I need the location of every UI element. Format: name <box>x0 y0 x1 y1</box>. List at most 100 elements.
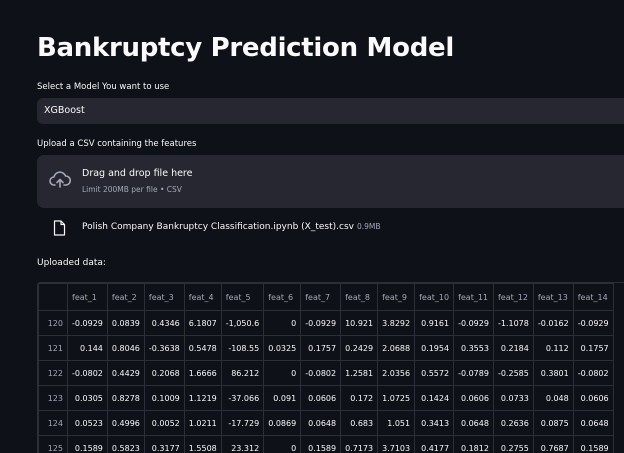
table-cell[interactable]: 3.7103 <box>378 436 415 453</box>
table-cell[interactable]: 1.0211 <box>184 411 221 436</box>
column-header[interactable]: feat_11 <box>454 284 494 311</box>
table-cell[interactable]: 0.4177 <box>415 436 454 453</box>
table-cell[interactable]: 0.2184 <box>493 336 533 361</box>
table-cell[interactable]: 23.312 <box>221 436 263 453</box>
column-header[interactable]: feat_12 <box>493 284 533 311</box>
table-cell[interactable]: -17.729 <box>221 411 263 436</box>
table-cell[interactable]: 0.5823 <box>107 436 144 453</box>
table-cell[interactable]: 0.0325 <box>264 336 301 361</box>
table-cell[interactable]: 0.0839 <box>107 311 144 336</box>
table-cell[interactable]: 0.1812 <box>454 436 494 453</box>
table-cell[interactable]: 1.5508 <box>184 436 221 453</box>
table-cell[interactable]: 10.921 <box>341 311 378 336</box>
table-cell[interactable]: -37.066 <box>221 386 263 411</box>
table-cell[interactable]: 2.0688 <box>378 336 415 361</box>
table-cell[interactable]: 0.112 <box>533 336 573 361</box>
table-cell[interactable]: 0.0523 <box>68 411 108 436</box>
table-cell[interactable]: 6.1807 <box>184 311 221 336</box>
table-cell[interactable]: 0.091 <box>264 386 301 411</box>
table-cell[interactable]: -0.0802 <box>573 361 613 386</box>
table-cell[interactable]: -0.0802 <box>301 361 341 386</box>
table-cell[interactable]: 0.2636 <box>493 411 533 436</box>
table-cell[interactable]: 0.4346 <box>144 311 184 336</box>
table-cell[interactable]: -1.1078 <box>493 311 533 336</box>
table-cell[interactable]: 0.0648 <box>454 411 494 436</box>
column-header[interactable]: feat_2 <box>107 284 144 311</box>
table-cell[interactable]: 1.2581 <box>341 361 378 386</box>
table-cell[interactable]: 0.2755 <box>493 436 533 453</box>
table-cell[interactable]: 0.4996 <box>107 411 144 436</box>
table-cell[interactable]: 0.3177 <box>144 436 184 453</box>
column-header[interactable]: feat_4 <box>184 284 221 311</box>
table-cell[interactable]: 0.0733 <box>493 386 533 411</box>
table-cell[interactable]: 0.1757 <box>301 336 341 361</box>
table-cell[interactable]: -0.0929 <box>301 311 341 336</box>
table-cell[interactable]: 0.1009 <box>144 386 184 411</box>
table-cell[interactable]: -0.0929 <box>454 311 494 336</box>
table-cell[interactable]: 3.8292 <box>378 311 415 336</box>
table-cell[interactable]: 0.5572 <box>415 361 454 386</box>
file-dropzone[interactable]: Drag and drop file here Limit 200MB per … <box>37 155 624 208</box>
table-cell[interactable]: -0.0929 <box>573 311 613 336</box>
table-cell[interactable]: 0.4429 <box>107 361 144 386</box>
table-cell[interactable]: 0 <box>264 436 301 453</box>
table-cell[interactable]: 0.9161 <box>415 311 454 336</box>
table-cell[interactable]: 0.1757 <box>573 336 613 361</box>
table-cell[interactable]: 0.7687 <box>533 436 573 453</box>
table-cell[interactable]: 0.8278 <box>107 386 144 411</box>
table-cell[interactable]: -0.0789 <box>454 361 494 386</box>
table-cell[interactable]: 0.0648 <box>573 411 613 436</box>
table-cell[interactable]: 0.0875 <box>533 411 573 436</box>
table-cell[interactable]: 86.212 <box>221 361 263 386</box>
table-cell[interactable]: 0.7173 <box>341 436 378 453</box>
table-cell[interactable]: -0.3638 <box>144 336 184 361</box>
table-cell[interactable]: 0.1589 <box>573 436 613 453</box>
table-cell[interactable]: 0.1424 <box>415 386 454 411</box>
column-header[interactable]: feat_5 <box>221 284 263 311</box>
table-cell[interactable]: 0.3553 <box>454 336 494 361</box>
table-cell[interactable]: 0.683 <box>341 411 378 436</box>
column-header[interactable]: feat_14 <box>573 284 613 311</box>
table-cell[interactable]: 0.3413 <box>415 411 454 436</box>
table-cell[interactable]: 0 <box>264 311 301 336</box>
table-cell[interactable]: -108.55 <box>221 336 263 361</box>
column-header[interactable]: feat_8 <box>341 284 378 311</box>
table-cell[interactable]: 0.8046 <box>107 336 144 361</box>
table-cell[interactable]: 0.1589 <box>68 436 108 453</box>
column-header[interactable]: feat_1 <box>68 284 108 311</box>
table-cell[interactable]: 0.0869 <box>264 411 301 436</box>
table-cell[interactable]: 0.1954 <box>415 336 454 361</box>
table-cell[interactable]: 0.0305 <box>68 386 108 411</box>
table-cell[interactable]: 2.0356 <box>378 361 415 386</box>
table-cell[interactable]: 0.3801 <box>533 361 573 386</box>
table-cell[interactable]: 0.0606 <box>301 386 341 411</box>
column-header[interactable]: feat_9 <box>378 284 415 311</box>
table-cell[interactable]: -1,050.6 <box>221 311 263 336</box>
table-cell[interactable]: 1.1219 <box>184 386 221 411</box>
table-cell[interactable]: 1.051 <box>378 411 415 436</box>
column-header[interactable]: feat_13 <box>533 284 573 311</box>
table-cell[interactable]: 1.0725 <box>378 386 415 411</box>
model-select[interactable]: XGBoost <box>37 98 624 124</box>
table-cell[interactable]: 0.144 <box>68 336 108 361</box>
table-cell[interactable]: 0.2068 <box>144 361 184 386</box>
table-cell[interactable]: 0.1589 <box>301 436 341 453</box>
table-cell[interactable]: -0.0162 <box>533 311 573 336</box>
table-cell[interactable]: -0.0929 <box>68 311 108 336</box>
table-cell[interactable]: 0.2429 <box>341 336 378 361</box>
table-cell[interactable]: 0.0606 <box>573 386 613 411</box>
table-cell[interactable]: 0.172 <box>341 386 378 411</box>
table-cell[interactable]: 0.048 <box>533 386 573 411</box>
column-header[interactable]: feat_10 <box>415 284 454 311</box>
table-cell[interactable]: -0.2585 <box>493 361 533 386</box>
table-cell[interactable]: 0.0606 <box>454 386 494 411</box>
table-cell[interactable]: -0.0802 <box>68 361 108 386</box>
column-header[interactable]: feat_7 <box>301 284 341 311</box>
table-cell[interactable]: 0 <box>264 361 301 386</box>
table-cell[interactable]: 0.5478 <box>184 336 221 361</box>
table-cell[interactable]: 1.6666 <box>184 361 221 386</box>
column-header[interactable]: feat_6 <box>264 284 301 311</box>
table-cell[interactable]: 0.0648 <box>301 411 341 436</box>
data-table[interactable]: feat_1feat_2feat_3feat_4feat_5feat_6feat… <box>37 282 624 453</box>
column-header[interactable]: feat_3 <box>144 284 184 311</box>
